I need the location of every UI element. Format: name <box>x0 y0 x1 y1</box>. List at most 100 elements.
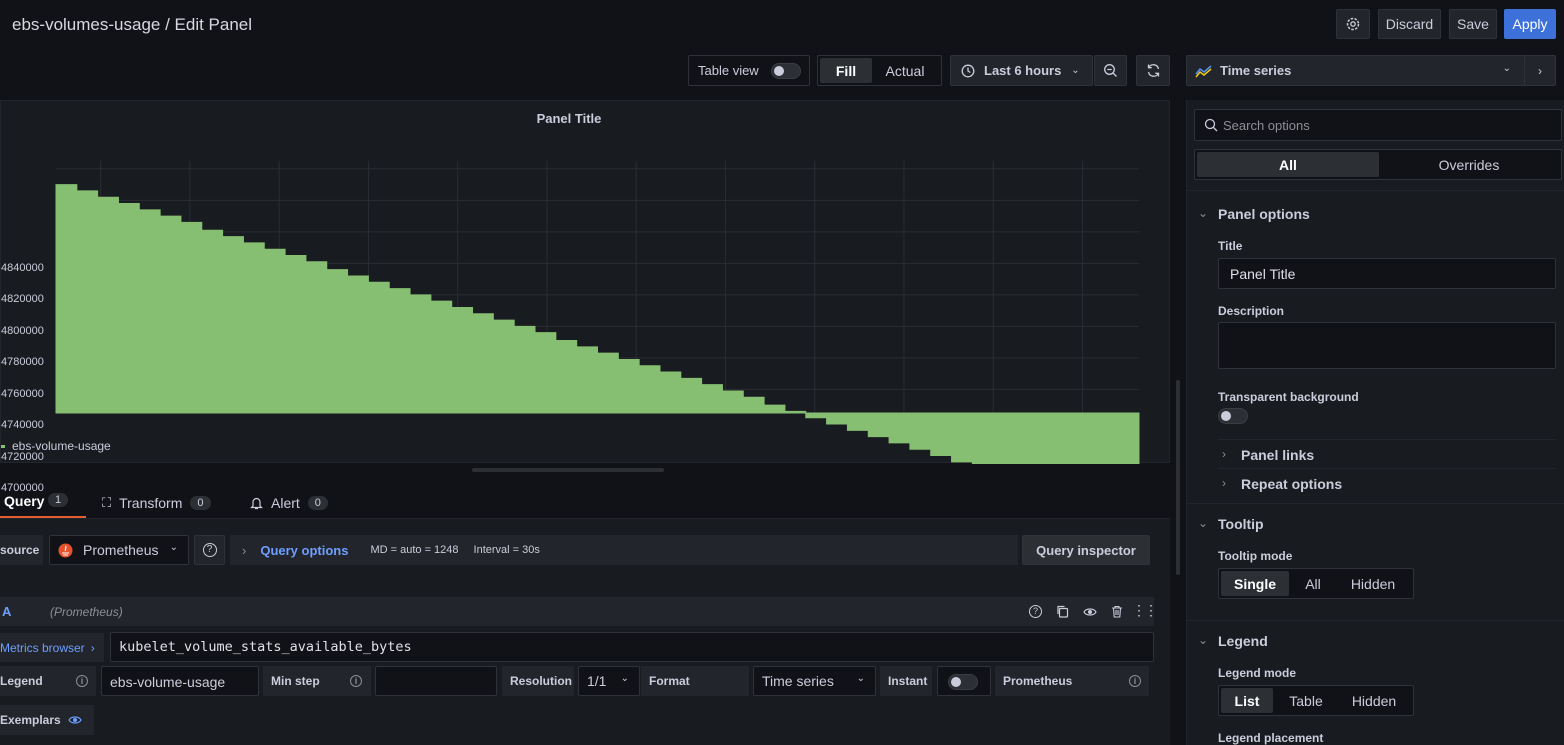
chevron-right-icon: › <box>90 640 95 655</box>
query-expression-input[interactable]: kubelet_volume_stats_available_bytes <box>110 632 1154 662</box>
divider <box>1186 190 1564 191</box>
min-step-label: Min step i <box>263 666 371 696</box>
visualization-label: Time series <box>1220 63 1292 78</box>
tab-transform[interactable]: ⛶ Transform 0 <box>102 490 211 516</box>
y-tick-label: 4820000 <box>1 293 44 306</box>
help-icon: ? <box>202 543 217 557</box>
chevron-down-icon: ⌄ <box>1198 633 1209 647</box>
legend-mode-table[interactable]: Table <box>1273 688 1339 713</box>
panel-links-header[interactable]: Panel links <box>1241 447 1314 463</box>
format-value: Time series <box>762 673 834 689</box>
legend-placement-label: Legend placement <box>1218 731 1324 745</box>
table-view-label: Table view <box>698 63 759 78</box>
settings-button[interactable] <box>1336 9 1370 39</box>
prometheus-type-text: Prometheus <box>1003 674 1073 688</box>
drag-handle-icon[interactable]: ⋮⋮ <box>1132 602 1158 619</box>
legend-mode-list[interactable]: List <box>1221 688 1273 713</box>
splitter-handle[interactable] <box>472 468 664 472</box>
instant-switch-box <box>937 666 991 696</box>
max-data-points: MD = auto = 1248 <box>370 544 459 556</box>
discard-button[interactable]: Discard <box>1378 9 1441 39</box>
datasource-picker[interactable]: Prometheus ⌄ <box>49 535 189 565</box>
tooltip-mode-hidden[interactable]: Hidden <box>1337 571 1409 596</box>
copy-icon[interactable] <box>1056 605 1069 618</box>
query-datasource-hint: (Prometheus) <box>50 605 123 619</box>
y-tick-label: 4840000 <box>1 261 44 274</box>
transparent-background-toggle[interactable] <box>1218 408 1248 424</box>
instant-toggle[interactable] <box>948 674 978 690</box>
legend-item-label: ebs-volume-usage <box>12 439 111 453</box>
eye-icon[interactable] <box>1083 606 1097 618</box>
legend-format-input[interactable]: ebs-volume-usage <box>101 666 259 696</box>
query-row-header[interactable]: A (Prometheus) ? ⋮⋮ <box>0 597 1158 626</box>
visualization-picker[interactable]: Time series ⌄ <box>1186 55 1526 86</box>
info-icon[interactable]: i <box>1129 675 1141 687</box>
series-area-ebs-volume-usage[interactable] <box>55 184 1140 464</box>
chevron-right-icon: › <box>242 542 247 558</box>
min-step-input[interactable] <box>375 666 497 696</box>
zoom-out-icon <box>1104 64 1117 77</box>
gear-icon <box>1346 17 1360 31</box>
help-icon[interactable]: ? <box>1029 605 1042 618</box>
time-series-icon <box>1195 64 1212 77</box>
chevron-down-icon: ⌄ <box>856 673 865 684</box>
bell-icon <box>250 497 263 510</box>
datasource-label: source <box>0 535 43 565</box>
legend-header[interactable]: Legend <box>1218 633 1268 649</box>
legend[interactable]: ebs-volume-usage <box>1 439 111 453</box>
legend-format-value: ebs-volume-usage <box>110 674 226 690</box>
y-tick-label: 4760000 <box>1 387 44 400</box>
zoom-out-button[interactable] <box>1094 55 1127 86</box>
legend-mode-label: Legend mode <box>1218 666 1297 680</box>
table-view-switch[interactable]: Table view <box>688 55 810 86</box>
repeat-options-header[interactable]: Repeat options <box>1241 476 1342 492</box>
tab-all[interactable]: All <box>1197 152 1379 177</box>
panel-options-header[interactable]: Panel options <box>1218 206 1310 222</box>
eye-icon[interactable] <box>68 714 82 726</box>
resolution-value: 1/1 <box>587 673 607 689</box>
chevron-down-icon: ⌄ <box>620 673 629 684</box>
tab-alert-count: 0 <box>307 496 328 510</box>
metrics-browser-button[interactable]: Metrics browser › <box>0 633 104 662</box>
divider <box>1218 439 1556 440</box>
legend-mode-radio: List Table Hidden <box>1218 685 1414 716</box>
tooltip-mode-single[interactable]: Single <box>1221 571 1289 596</box>
tooltip-mode-all[interactable]: All <box>1289 571 1337 596</box>
tooltip-mode-radio: Single All Hidden <box>1218 568 1414 599</box>
tab-query[interactable]: Query 1 <box>0 488 86 518</box>
fill-option[interactable]: Fill <box>820 58 872 83</box>
chevron-down-icon: ⌄ <box>169 542 178 553</box>
format-select[interactable]: Time series ⌄ <box>753 666 876 696</box>
resolution-select[interactable]: 1/1 ⌄ <box>578 666 640 696</box>
query-expression-text: kubelet_volume_stats_available_bytes <box>119 639 412 655</box>
refresh-button[interactable] <box>1136 55 1170 86</box>
chevron-down-icon: ⌄ <box>1198 206 1209 220</box>
legend-format-text: Legend <box>0 674 43 688</box>
panel-container: Panel Title 4840000 4820000 4800000 4780000… <box>0 100 1170 533</box>
query-options-bar[interactable]: › Query options MD = auto = 1248 Interva… <box>230 535 1018 565</box>
time-range-picker[interactable]: Last 6 hours ⌄ <box>950 55 1093 86</box>
save-button[interactable]: Save <box>1449 9 1497 39</box>
tab-overrides[interactable]: Overrides <box>1379 152 1559 177</box>
table-view-toggle[interactable] <box>771 63 801 79</box>
query-inspector-button[interactable]: Query inspector <box>1022 535 1150 565</box>
apply-button[interactable]: Apply <box>1504 9 1556 39</box>
tab-alert[interactable]: Alert 0 <box>250 490 328 516</box>
trash-icon[interactable] <box>1111 605 1123 618</box>
instant-label: Instant <box>880 666 932 696</box>
info-icon[interactable]: i <box>76 675 88 687</box>
time-series-chart <box>55 161 1140 464</box>
info-icon[interactable]: i <box>350 675 362 687</box>
scrollbar[interactable] <box>1176 380 1180 575</box>
divider <box>1186 503 1564 504</box>
options-tabs: All Overrides <box>1194 149 1562 180</box>
options-pane-toggle[interactable]: › <box>1524 55 1556 86</box>
panel-title-input[interactable]: Panel Title <box>1218 258 1556 289</box>
datasource-help-button[interactable]: ? <box>194 535 225 565</box>
divider <box>1218 468 1556 469</box>
description-textarea[interactable] <box>1218 322 1556 369</box>
legend-mode-hidden[interactable]: Hidden <box>1339 688 1409 713</box>
actual-option[interactable]: Actual <box>872 58 938 83</box>
tooltip-header[interactable]: Tooltip <box>1218 516 1264 532</box>
search-options-input[interactable]: Search options <box>1194 109 1562 141</box>
